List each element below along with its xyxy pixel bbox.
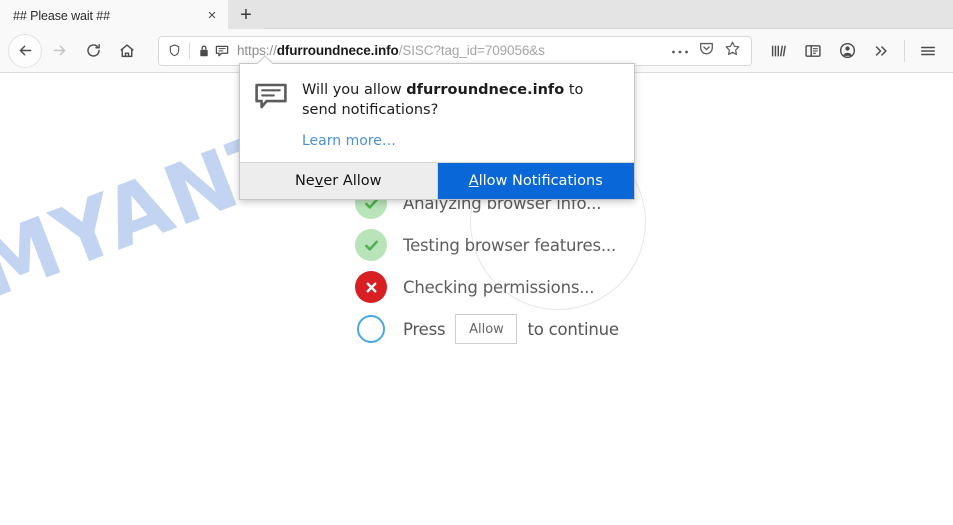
inline-allow-button[interactable]: Allow [455, 314, 518, 344]
tab-title: ## Please wait ## [13, 8, 110, 23]
hamburger-menu-icon [919, 43, 937, 59]
app-menu-button[interactable] [911, 34, 945, 68]
sidebar-button[interactable] [796, 34, 830, 68]
toolbar-divider [904, 39, 905, 62]
x-circle-icon [355, 271, 387, 303]
empty-circle-icon [357, 315, 385, 343]
checklist-item-testing: Testing browser features... [355, 224, 775, 266]
question-prefix: Will you allow [302, 82, 407, 98]
url-path: /SISC?tag_id=709056&s [398, 43, 545, 58]
page-actions-button[interactable] [667, 38, 693, 64]
speech-bubble-icon [254, 82, 288, 117]
speech-bubble-icon[interactable] [214, 43, 230, 59]
allow-notifications-button[interactable]: Allow Notifications [437, 163, 634, 199]
forward-button[interactable] [42, 34, 76, 68]
pocket-icon [698, 40, 715, 62]
shield-icon[interactable] [167, 43, 182, 58]
sidebar-icon [804, 43, 822, 59]
account-icon [838, 41, 857, 60]
new-tab-button[interactable]: + [228, 0, 264, 29]
learn-more-link[interactable]: Learn more… [302, 133, 396, 149]
ellipsis-icon [671, 42, 689, 60]
url-bar-divider [189, 42, 190, 59]
save-to-pocket-button[interactable] [693, 38, 719, 64]
url-bar[interactable]: https://dfurroundnece.info/SISC?tag_id=7… [158, 35, 752, 66]
verification-checklist: Analyzing browser info... Testing browse… [355, 182, 775, 350]
never-allow-button[interactable]: Ne v er Allow [240, 163, 438, 199]
tab-strip-filler [264, 0, 953, 29]
url-host: dfurroundnece.info [276, 43, 399, 58]
checklist-item-permissions: Checking permissions... [355, 266, 775, 308]
arrow-right-icon [51, 42, 68, 59]
overflow-button[interactable] [864, 34, 898, 68]
notification-permission-popup: Will you allow dfurroundnece.info to sen… [239, 63, 635, 200]
reload-button[interactable] [76, 34, 110, 68]
checklist-item-press-allow: Press Allow to continue [355, 308, 775, 350]
popup-body: Will you allow dfurroundnece.info to sen… [240, 64, 634, 162]
question-host: dfurroundnece.info [406, 82, 565, 98]
toolbar-right-group [762, 34, 945, 68]
check-circle-icon [355, 229, 387, 261]
browser-tab[interactable]: ## Please wait ## × [0, 0, 228, 29]
back-button[interactable] [8, 33, 42, 68]
checklist-label: Testing browser features... [403, 235, 617, 255]
popup-arrow [256, 55, 274, 64]
press-allow-suffix: to continue [527, 319, 619, 339]
account-button[interactable] [830, 34, 864, 68]
checklist-label: Checking permissions... [403, 277, 595, 297]
chevron-double-right-icon [872, 43, 890, 59]
arrow-left-icon [17, 42, 34, 59]
close-icon[interactable]: × [202, 6, 222, 26]
tab-strip: ## Please wait ## × + [0, 0, 953, 29]
library-button[interactable] [762, 34, 796, 68]
bookmark-button[interactable] [719, 38, 745, 64]
popup-question: Will you allow dfurroundnece.info to sen… [302, 80, 618, 120]
press-allow-prefix: Press [403, 319, 446, 339]
reload-icon [85, 42, 102, 59]
lock-icon[interactable] [197, 44, 211, 58]
popup-text: Will you allow dfurroundnece.info to sen… [302, 80, 618, 150]
popup-actions: Ne v er Allow Allow Notifications [240, 162, 634, 199]
browser-window: ## Please wait ## × + https://dfurroundn… [0, 0, 953, 525]
home-icon [118, 42, 136, 60]
library-icon [770, 43, 788, 59]
star-icon [724, 40, 741, 62]
url-text[interactable]: https://dfurroundnece.info/SISC?tag_id=7… [237, 43, 667, 58]
home-button[interactable] [110, 34, 144, 68]
